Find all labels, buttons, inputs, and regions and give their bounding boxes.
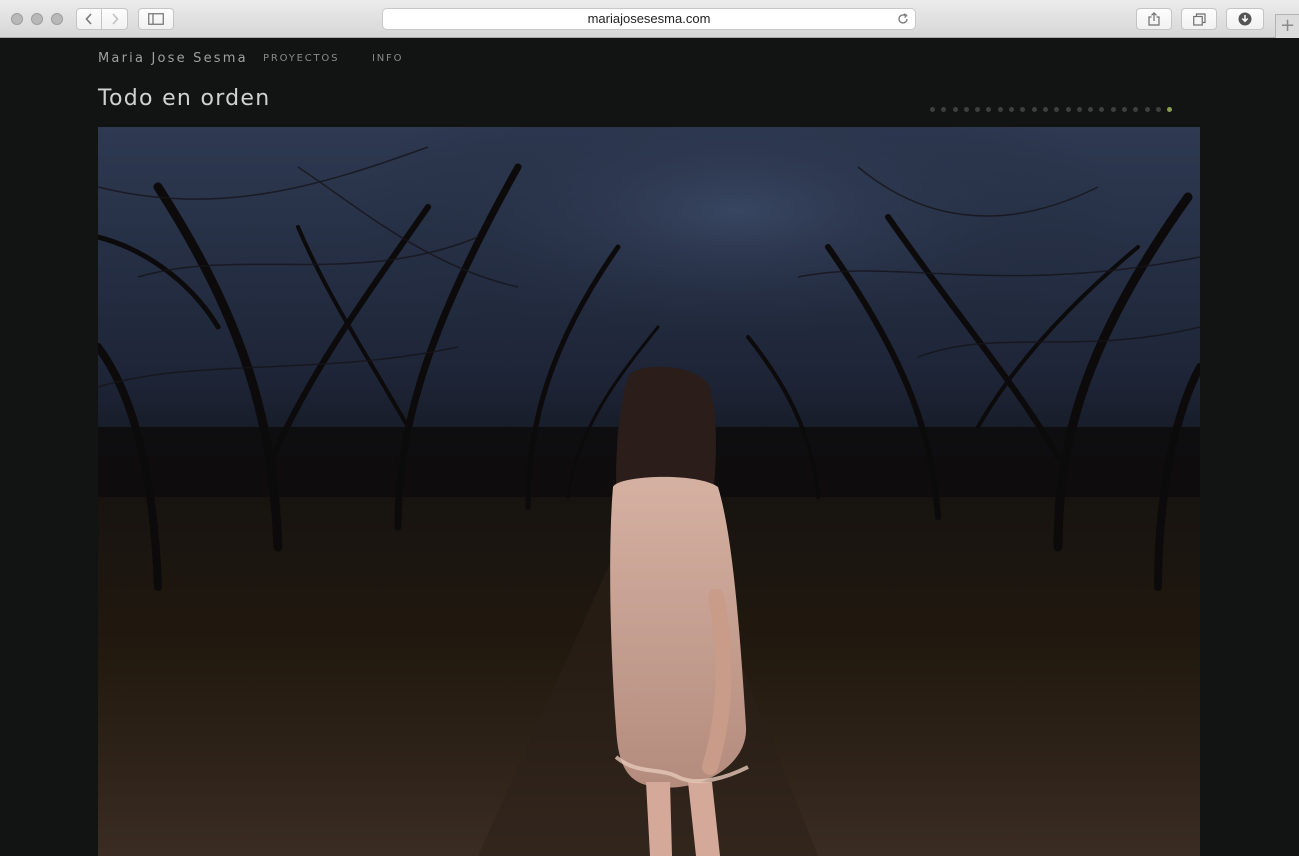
new-tab-button[interactable]: + [1275,14,1299,38]
reload-icon[interactable] [897,9,909,31]
slide-pagination [930,107,1200,115]
slide-dot[interactable] [1144,107,1150,112]
project-title: Todo en orden [98,86,271,111]
back-button[interactable] [76,8,102,30]
slide-dot[interactable] [1065,107,1071,112]
tabs-icon [1192,12,1206,26]
slide-dot[interactable] [986,107,992,112]
site-name-link[interactable]: Maria Jose Sesma [98,51,248,66]
slide-dot[interactable] [930,107,935,112]
chevron-right-icon [111,13,119,25]
slide-dot[interactable] [963,107,969,112]
zoom-window-button[interactable] [51,13,63,25]
slide-dot[interactable] [1099,107,1105,112]
slide-dot[interactable] [1054,107,1060,112]
slide-dot[interactable] [1155,107,1161,112]
slide-dot[interactable] [1088,107,1094,112]
slide-dot[interactable] [941,107,947,112]
downloads-button[interactable] [1226,8,1264,30]
slide-dot[interactable] [1122,107,1128,112]
slide-dot[interactable] [1110,107,1116,112]
slide-dot[interactable] [975,107,981,112]
nav-proyectos-link[interactable]: PROYECTOS [263,53,339,64]
tab-overview-button[interactable] [1181,8,1217,30]
slide-dot[interactable] [952,107,958,112]
slide-dot[interactable] [1031,107,1037,112]
photo-illustration [98,127,1200,856]
page-content: Maria Jose Sesma PROYECTOS INFO Todo en … [0,38,1299,856]
share-icon [1148,12,1160,26]
slide-dot[interactable] [1076,107,1082,112]
share-button[interactable] [1136,8,1172,30]
sidebar-icon [148,13,164,25]
address-bar[interactable]: mariajosesesma.com [382,8,916,30]
project-photo[interactable] [98,127,1200,856]
browser-toolbar: mariajosesesma.com + [0,0,1299,38]
download-icon [1238,12,1252,26]
slide-dot[interactable] [997,107,1003,112]
slide-dot[interactable] [1167,107,1173,112]
slide-dot[interactable] [1133,107,1139,112]
forward-button[interactable] [102,8,128,30]
close-window-button[interactable] [11,13,23,25]
sidebar-toggle-button[interactable] [138,8,174,30]
url-text: mariajosesesma.com [587,11,711,26]
minimize-window-button[interactable] [31,13,43,25]
slide-dot[interactable] [1042,107,1048,112]
chevron-left-icon [85,13,92,25]
nav-info-link[interactable]: INFO [372,53,403,64]
slide-dot[interactable] [1020,107,1026,112]
slide-dot[interactable] [1009,107,1015,112]
